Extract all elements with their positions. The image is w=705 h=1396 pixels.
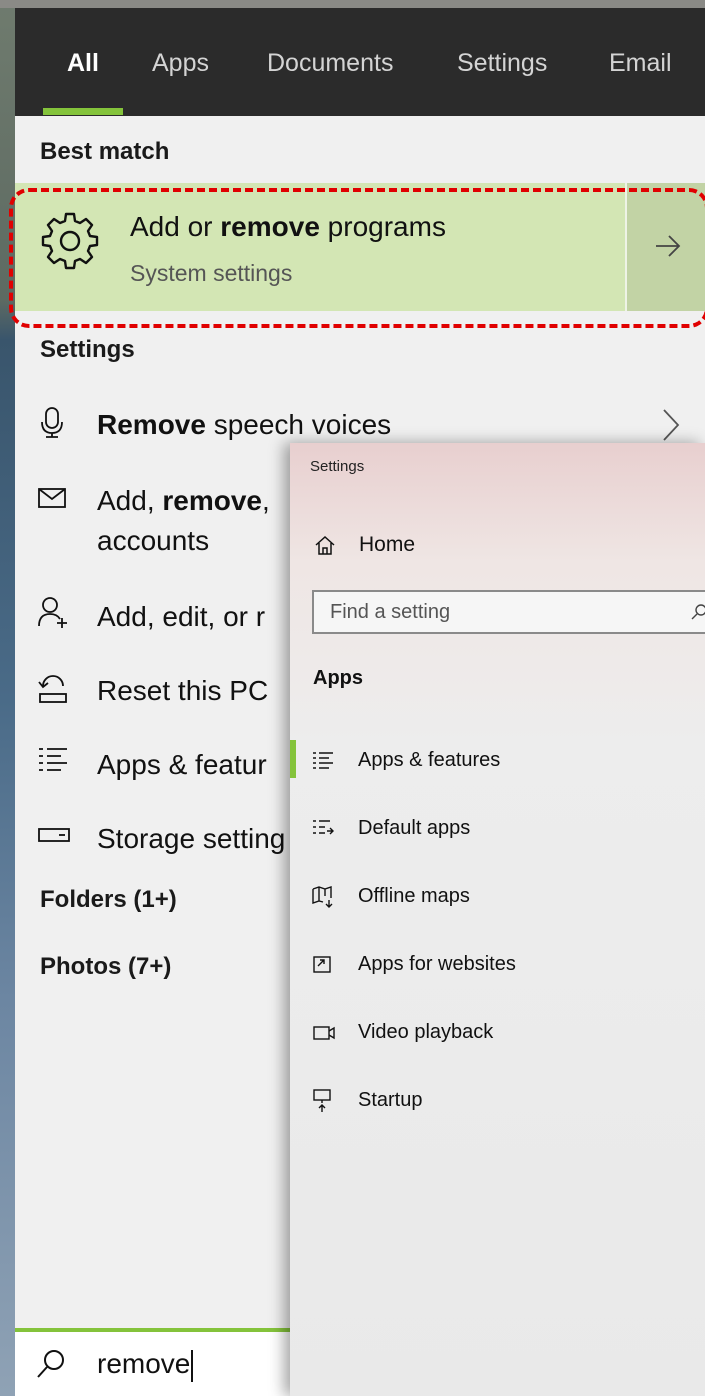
result-label-line2: accounts [97,525,210,556]
selected-indicator [290,740,296,778]
result-label: Add, remove, [97,485,270,516]
search-icon [691,604,705,620]
result-label: Add, edit, or r [97,601,266,632]
tab-documents[interactable]: Documents [267,46,393,80]
settings-results-heading: Settings [40,336,135,363]
find-setting-input[interactable]: Find a setting [312,590,705,634]
best-match-heading: Best match [40,138,170,165]
nav-startup[interactable]: Startup [358,1089,422,1112]
find-setting-placeholder: Find a setting [330,601,451,623]
result-label: Storage setting [97,823,286,854]
nav-apps-for-websites[interactable]: Apps for websites [358,953,516,976]
person-add-icon [38,597,67,628]
text-caret [191,1349,194,1382]
settings-section-heading: Apps [313,667,363,689]
nav-default-apps[interactable]: Default apps [358,817,470,840]
chevron-right-icon [663,409,680,441]
folders-heading[interactable]: Folders (1+) [40,886,177,914]
apps-websites-icon [313,956,331,973]
search-tabbar: All Apps Documents Settings Email [15,8,705,116]
offline-maps-icon [312,886,333,908]
video-playback-icon [313,1026,335,1040]
mail-icon [38,488,66,508]
microphone-icon [41,407,63,438]
startup-icon [313,1089,331,1112]
default-apps-icon [313,820,334,835]
search-icon [37,1350,64,1378]
nav-video-playback[interactable]: Video playback [358,1021,493,1044]
highlight-annotation [9,188,705,328]
result-label: Remove speech voices [97,409,392,440]
tab-settings[interactable]: Settings [457,46,547,80]
tab-email[interactable]: Email [609,46,672,80]
home-icon [315,535,335,555]
reset-icon [38,675,67,703]
apps-list-icon [39,748,67,771]
active-tab-indicator [43,108,123,115]
tab-all[interactable]: All [67,46,99,80]
nav-apps-features[interactable]: Apps & features [358,749,500,772]
settings-home-link[interactable]: Home [359,533,415,557]
storage-icon [38,828,70,842]
photos-heading[interactable]: Photos (7+) [40,953,171,981]
result-label: Reset this PC [97,675,269,706]
apps-features-icon [313,752,333,769]
settings-window-title: Settings [310,458,365,475]
search-input[interactable]: remove [97,1348,194,1382]
wallpaper-top-strip [0,0,705,8]
tab-apps[interactable]: Apps [152,46,209,80]
result-label: Apps & featur [97,749,267,780]
settings-window: Settings Home Find a setting Apps Apps &… [290,443,705,1396]
nav-offline-maps[interactable]: Offline maps [358,885,470,908]
